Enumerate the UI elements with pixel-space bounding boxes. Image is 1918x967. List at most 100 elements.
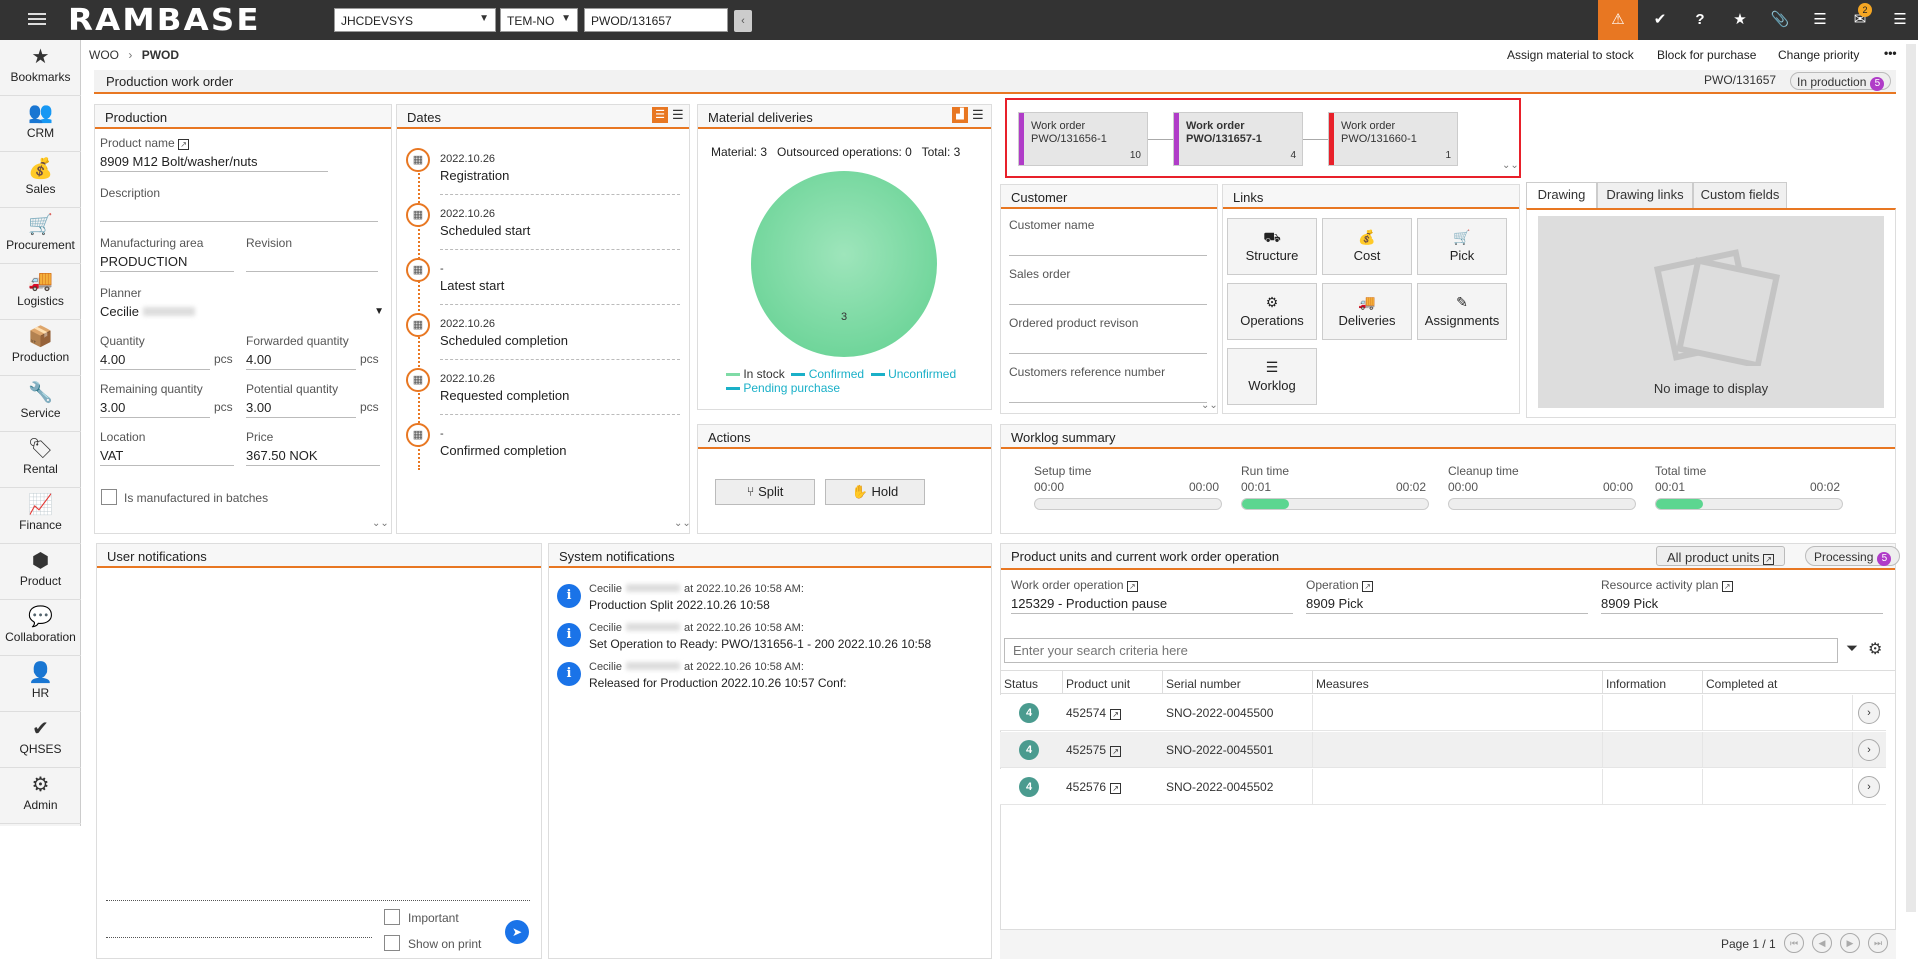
open-link-icon[interactable]: ↗: [1110, 709, 1122, 720]
row-open-chevron-icon[interactable]: ›: [1858, 776, 1880, 798]
gear-icon[interactable]: ⚙: [1868, 639, 1882, 659]
quantity-field[interactable]: 4.00: [100, 350, 210, 370]
work-order-card[interactable]: Work order PWO/131657-1 4: [1173, 112, 1303, 166]
description-field[interactable]: [100, 202, 378, 222]
timeline-view-icon[interactable]: ☰: [652, 107, 668, 123]
open-link-icon[interactable]: ↗: [1362, 581, 1374, 592]
potential-quantity-field[interactable]: 3.00: [246, 398, 356, 418]
wo-operation-field[interactable]: 125329 - Production pause: [1011, 594, 1293, 614]
send-icon[interactable]: ➤: [505, 920, 529, 944]
nav-item-procurement[interactable]: 🛒 Procurement: [0, 208, 81, 264]
more-actions-button[interactable]: •••: [1884, 46, 1897, 60]
operation-field[interactable]: 8909 Pick: [1306, 594, 1588, 614]
tab-drawing[interactable]: Drawing: [1526, 182, 1597, 208]
ordered-revision-field[interactable]: [1009, 334, 1207, 354]
customer-reference-field[interactable]: [1009, 383, 1207, 403]
legend-pending-purchase[interactable]: Pending purchase: [726, 381, 840, 395]
manufacturing-area-field[interactable]: PRODUCTION: [100, 252, 234, 272]
column-header-measures[interactable]: Measures: [1316, 677, 1369, 691]
remaining-quantity-field[interactable]: 3.00: [100, 398, 210, 418]
location-field[interactable]: VAT: [100, 446, 234, 466]
breadcrumb-parent[interactable]: WOO: [89, 48, 119, 62]
language-select[interactable]: TEM-NO ▼: [500, 8, 578, 32]
row-open-chevron-icon[interactable]: ›: [1858, 702, 1880, 724]
list-view-icon[interactable]: ☰: [972, 107, 984, 123]
product-unit-cell[interactable]: 452574 ↗: [1066, 706, 1122, 720]
open-link-icon[interactable]: ↗: [1110, 746, 1122, 757]
open-link-icon[interactable]: ↗: [1721, 581, 1733, 592]
star-icon[interactable]: ★: [1720, 0, 1760, 40]
link-structure-button[interactable]: ⛟ Structure: [1227, 218, 1317, 275]
batches-checkbox[interactable]: [101, 489, 117, 505]
change-priority-button[interactable]: Change priority: [1778, 48, 1859, 62]
column-header-information[interactable]: Information: [1606, 677, 1666, 691]
note-input[interactable]: [106, 900, 530, 901]
hamburger-menu-icon[interactable]: [28, 10, 46, 30]
list-view-icon[interactable]: ☰: [672, 107, 684, 123]
hold-button[interactable]: ✋ Hold: [825, 479, 925, 505]
product-unit-cell[interactable]: 452576 ↗: [1066, 780, 1122, 794]
table-row[interactable]: [1000, 769, 1886, 805]
nav-item-logistics[interactable]: 🚚 Logistics: [0, 264, 81, 320]
column-header-completed-at[interactable]: Completed at: [1706, 677, 1777, 691]
forwarded-quantity-field[interactable]: 4.00: [246, 350, 356, 370]
chart-view-icon[interactable]: ▟: [952, 107, 968, 123]
warning-icon[interactable]: ⚠: [1598, 0, 1638, 40]
pie-slice-in-stock[interactable]: [751, 171, 937, 357]
note-input-line[interactable]: [106, 937, 372, 938]
tab-drawing-links[interactable]: Drawing links: [1597, 182, 1693, 208]
open-link-icon[interactable]: ↗: [1126, 581, 1138, 592]
nav-item-sales[interactable]: 💰 Sales: [0, 152, 81, 208]
expand-chevron-icon[interactable]: ⌄⌄: [1201, 400, 1218, 411]
nav-item-admin[interactable]: ⚙ Admin: [0, 768, 81, 824]
nav-item-product[interactable]: ⬢ Product: [0, 544, 81, 600]
important-checkbox[interactable]: [384, 909, 400, 925]
show-on-print-checkbox[interactable]: [384, 935, 400, 951]
table-row[interactable]: [1000, 732, 1886, 768]
nav-item-qhses[interactable]: ✔ QHSES: [0, 712, 81, 768]
column-header-serial-number[interactable]: Serial number: [1166, 677, 1241, 691]
open-link-icon[interactable]: ↗: [1110, 783, 1122, 794]
link-deliveries-button[interactable]: 🚚 Deliveries: [1322, 283, 1412, 340]
column-header-status[interactable]: Status: [1004, 677, 1038, 691]
expand-chevron-icon[interactable]: ⌄⌄: [1502, 160, 1519, 171]
expand-chevron-icon[interactable]: ⌄⌄: [372, 518, 389, 529]
page-scrollbar[interactable]: [1906, 44, 1916, 912]
legend-confirmed[interactable]: Confirmed: [791, 367, 864, 381]
next-page-icon[interactable]: ▶: [1840, 933, 1860, 953]
paperclip-icon[interactable]: 📎: [1760, 0, 1800, 40]
back-button[interactable]: ‹: [734, 10, 752, 32]
split-button[interactable]: ⑂ Split: [715, 479, 815, 505]
open-link-icon[interactable]: ↗: [178, 139, 190, 150]
expand-chevron-icon[interactable]: ⌄⌄: [674, 518, 691, 529]
filter-icon[interactable]: ⏷: [1846, 640, 1858, 657]
first-page-icon[interactable]: ⏮: [1784, 933, 1804, 953]
last-page-icon[interactable]: ⏭: [1868, 933, 1888, 953]
table-row[interactable]: [1000, 695, 1886, 731]
nav-item-production[interactable]: 📦 Production: [0, 320, 81, 376]
column-header-product-unit[interactable]: Product unit: [1066, 677, 1130, 691]
help-icon[interactable]: ?: [1680, 0, 1720, 40]
all-product-units-button[interactable]: All product units ↗: [1656, 546, 1786, 566]
legend-unconfirmed[interactable]: Unconfirmed: [870, 367, 956, 381]
database-select[interactable]: JHCDEVSYS ▼: [334, 8, 496, 32]
nav-item-collaboration[interactable]: 💬 Collaboration: [0, 600, 81, 656]
revision-field[interactable]: [246, 252, 378, 272]
prev-page-icon[interactable]: ◀: [1812, 933, 1832, 953]
link-operations-button[interactable]: ⚙ Operations: [1227, 283, 1317, 340]
work-order-card[interactable]: Work order PWO/131656-1 10: [1018, 112, 1148, 166]
sales-order-field[interactable]: [1009, 285, 1207, 305]
product-name-field[interactable]: 8909 M12 Bolt/washer/nuts: [100, 152, 328, 172]
customer-name-field[interactable]: [1009, 236, 1207, 256]
list-icon[interactable]: ☰: [1800, 0, 1840, 40]
nav-item-rental[interactable]: 🏷 Rental: [0, 432, 81, 488]
shield-check-icon[interactable]: ✔: [1640, 0, 1680, 40]
legend-in-stock[interactable]: In stock: [726, 367, 785, 381]
nav-item-crm[interactable]: 👥 CRM: [0, 96, 81, 152]
planner-select[interactable]: Cecilie ▼: [100, 302, 384, 322]
nav-item-finance[interactable]: 📈 Finance: [0, 488, 81, 544]
row-open-chevron-icon[interactable]: ›: [1858, 739, 1880, 761]
resource-activity-plan-field[interactable]: 8909 Pick: [1601, 594, 1883, 614]
assign-material-button[interactable]: Assign material to stock: [1507, 48, 1634, 62]
link-pick-button[interactable]: 🛒 Pick: [1417, 218, 1507, 275]
